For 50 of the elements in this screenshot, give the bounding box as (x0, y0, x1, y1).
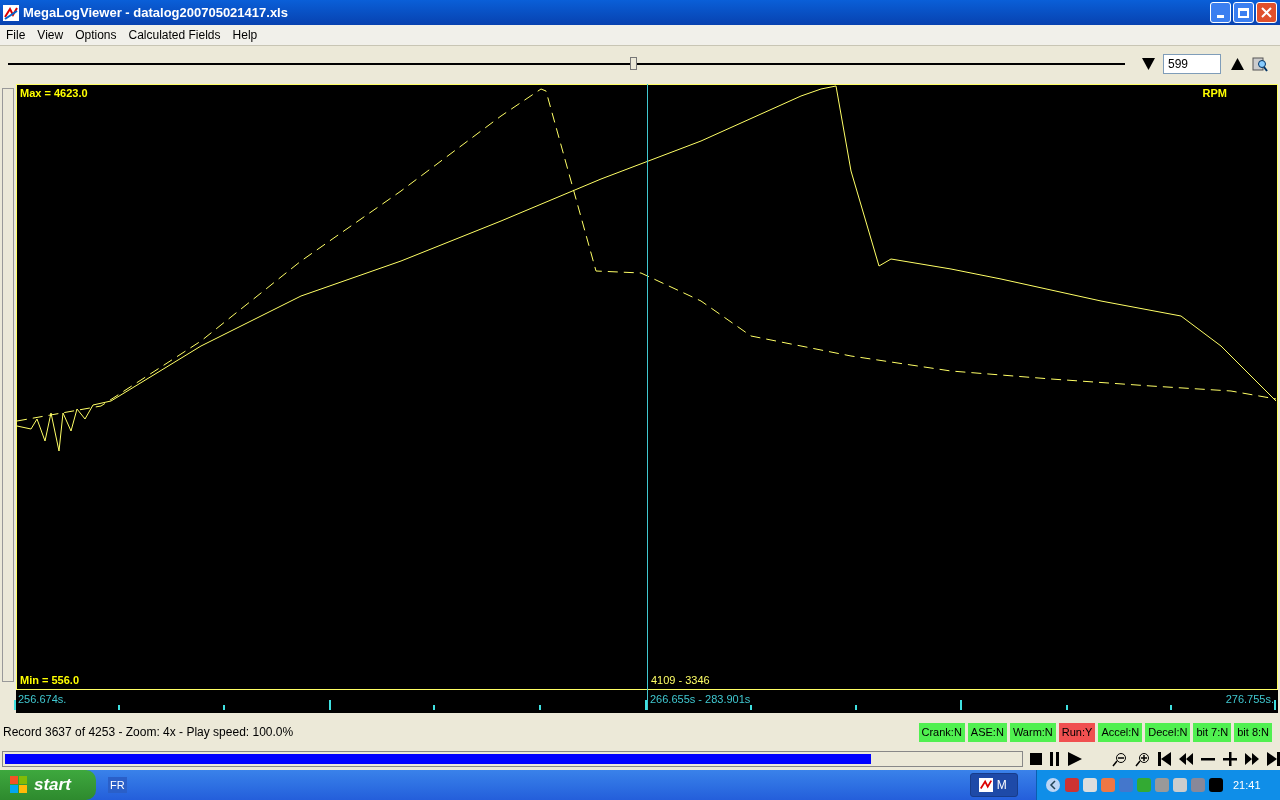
skip-end-icon[interactable] (1267, 752, 1280, 766)
menu-item[interactable]: File (0, 26, 32, 44)
axis-end-label: 276.755s. (1225, 692, 1274, 707)
axis-cursor-label: 266.655s - 283.901s (650, 692, 751, 707)
channel-label: RPM (1202, 86, 1227, 101)
zoom-out-icon[interactable] (1112, 751, 1127, 767)
record-field[interactable]: 599 (1163, 53, 1221, 74)
max-label: Max = 4623.0 (20, 86, 88, 101)
status-flag: Warm:N (1009, 722, 1056, 742)
plus-icon[interactable] (1223, 752, 1237, 766)
close-icon (1261, 7, 1272, 18)
taskbar-window-button[interactable]: M (969, 773, 1018, 797)
status-flag: bit 7:N (1193, 722, 1232, 742)
down-arrow-icon[interactable] (1142, 57, 1155, 70)
vertical-scrollbar[interactable] (2, 88, 14, 682)
app-logo-icon (3, 4, 19, 21)
close-button[interactable] (1256, 2, 1277, 23)
skip-start-icon[interactable] (1158, 752, 1171, 766)
play-icon[interactable] (1068, 752, 1082, 766)
minimize-button[interactable] (1210, 2, 1231, 23)
window-title: MegaLogViewer - datalog200705021417.xls (23, 3, 288, 22)
status-flag: Run:Y (1058, 722, 1096, 742)
up-arrow-icon[interactable] (1231, 57, 1244, 70)
zoom-in-icon[interactable] (1135, 751, 1150, 767)
status-text: Record 3637 of 4253 - Zoom: 4x - Play speed: 100.0% (3, 724, 294, 741)
menu-item[interactable]: Options (69, 26, 123, 44)
status-flag: Crank:N (918, 722, 965, 742)
app-logo-icon (978, 778, 993, 792)
menu-item[interactable]: Calculated Fields (122, 26, 227, 44)
language-indicator[interactable]: FR (108, 776, 127, 794)
position-slider[interactable] (8, 55, 1125, 72)
menu-item[interactable]: View (31, 26, 70, 44)
fast-forward-icon[interactable] (1245, 753, 1259, 765)
pause-icon[interactable] (1050, 752, 1060, 766)
cursor-value: 4109 - 3346 (651, 672, 710, 688)
tray-expand-icon[interactable] (1045, 777, 1061, 793)
windows-logo-icon (10, 776, 28, 794)
min-label: Min = 556.0 (20, 672, 79, 688)
axis-start-label: 256.674s. (18, 692, 67, 707)
rewind-icon[interactable] (1179, 753, 1193, 765)
status-flag: ASE:N (967, 722, 1007, 742)
start-button[interactable]: start (0, 770, 96, 800)
slider-thumb[interactable] (629, 57, 637, 70)
clock: 21:41 (1233, 777, 1261, 793)
status-flag: Accel:N (1098, 722, 1143, 742)
maximize-button[interactable] (1233, 2, 1254, 23)
status-flag: bit 8:N (1234, 722, 1272, 742)
search-icon[interactable] (1252, 55, 1268, 72)
status-flag: Decel:N (1145, 722, 1191, 742)
menu-item[interactable]: Help (226, 26, 264, 44)
